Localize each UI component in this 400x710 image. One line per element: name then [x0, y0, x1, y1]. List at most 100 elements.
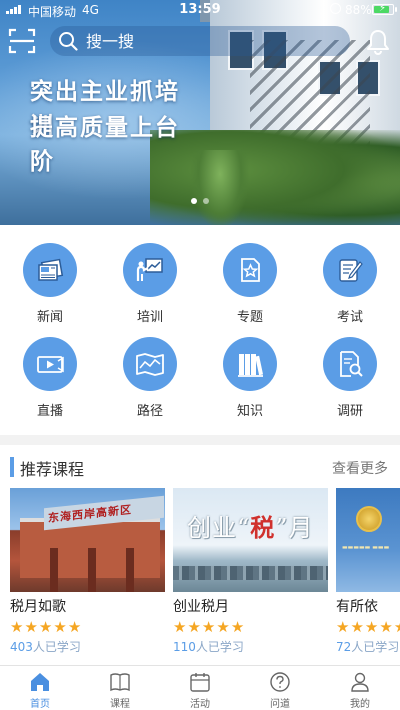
learner-count: 110人已学习 [173, 638, 328, 655]
star-icon: ★ [38, 618, 53, 636]
rotation-lock-icon [330, 3, 341, 14]
presentation-icon [136, 258, 163, 281]
category-label: 专题 [236, 310, 263, 325]
rating-stars: ★★★★★ [173, 619, 328, 635]
category-icon-circle [23, 337, 77, 391]
bell-icon [367, 30, 389, 55]
survey-search-icon [340, 351, 363, 377]
learner-suffix: 人已学习 [351, 640, 400, 654]
course-card[interactable]: 创业“税”月 创业税月 ★ ★ ★ ★ ★ 110人已学习 [173, 488, 328, 655]
category-news[interactable]: 新闻 [0, 243, 100, 325]
category-label: 直播 [36, 404, 63, 419]
learner-number: 403 [10, 640, 33, 654]
course-title: 有所依 [336, 599, 378, 615]
category-training[interactable]: 培训 [100, 243, 200, 325]
star-icon: ★ [216, 618, 230, 636]
battery-percent: 88% [345, 3, 372, 17]
rating-stars: ★★★★★ [10, 619, 165, 635]
thumb-pillar [126, 548, 134, 592]
star-icon: ★ [350, 618, 364, 636]
rating-stars: ★★★★★ [336, 619, 400, 635]
notification-button[interactable] [364, 28, 392, 56]
tab-home[interactable]: 首页 [0, 671, 80, 710]
books-icon [238, 354, 264, 377]
highlight-char: 税 [250, 513, 276, 542]
bottom-tab-bar: 首页 课程 活动 问道 我的 [0, 665, 400, 710]
search-icon [59, 32, 78, 51]
star-icon: ★ [201, 618, 216, 636]
thumb-calligraphy: 创业“税”月 [187, 513, 314, 542]
map-icon [136, 353, 164, 376]
category-label: 新闻 [36, 310, 63, 325]
star-icon: ★ [394, 619, 400, 635]
tab-courses[interactable]: 课程 [80, 671, 160, 710]
user-icon [351, 672, 369, 692]
course-title: 创业税月 [173, 599, 229, 615]
tab-activities[interactable]: 活动 [160, 671, 240, 710]
category-icon-circle [223, 243, 277, 297]
course-thumbnail: ▬▬▬▬▬ ▬▬▬ [336, 488, 400, 592]
course-card[interactable]: ▬▬▬▬▬ ▬▬▬ 有所依 ★★★★★ 72人已学习 [336, 488, 400, 655]
category-live[interactable]: 直播 [0, 337, 100, 419]
thumb-text: ▬▬▬▬▬ ▬▬▬ [342, 544, 390, 551]
learner-number: 72 [336, 640, 352, 654]
tab-label: 首页 [30, 699, 50, 710]
star-icon: ★ [230, 618, 245, 636]
calendar-icon [190, 673, 210, 692]
tab-profile[interactable]: 我的 [320, 671, 400, 710]
thumb-pillar [88, 548, 96, 592]
battery-icon: ⚡ [372, 3, 397, 15]
course-card[interactable]: 东海西岸高新区 税月如歌 ★ ★ ★ ★ ★ 403人已学习 [10, 488, 165, 655]
category-icon-circle [323, 243, 377, 297]
category-icon-circle [123, 243, 177, 297]
video-camera-icon [37, 356, 64, 373]
category-survey[interactable]: 调研 [300, 337, 400, 419]
star-icon: ★ [173, 618, 187, 636]
scan-icon [8, 28, 36, 54]
carousel-indicator [0, 198, 400, 204]
book-icon [110, 673, 130, 692]
view-more-link[interactable]: 查看更多 [332, 458, 388, 478]
star-icon: ★ [10, 618, 24, 636]
category-icon-circle [123, 337, 177, 391]
category-topics[interactable]: 专题 [200, 243, 300, 325]
charging-bolt-icon: ⚡ [379, 3, 387, 14]
tab-questions[interactable]: 问道 [240, 671, 320, 710]
category-icon-circle [323, 337, 377, 391]
course-title: 税月如歌 [10, 599, 66, 615]
category-grid: 新闻 培训 专题 考试 直播 路径 知识 调研 [0, 225, 400, 435]
learner-number: 110 [173, 640, 196, 654]
tab-label: 课程 [110, 699, 130, 710]
star-icon: ★ [53, 618, 67, 636]
category-icon-circle [23, 243, 77, 297]
learner-count: 403人已学习 [10, 638, 165, 655]
category-label: 知识 [236, 404, 263, 419]
category-label: 培训 [136, 310, 163, 325]
star-icon: ★ [364, 618, 379, 636]
search-input[interactable] [86, 31, 306, 51]
scan-button[interactable] [8, 28, 36, 54]
star-icon: ★ [336, 618, 350, 636]
section-header: 推荐课程 查看更多 [0, 455, 400, 479]
course-thumbnail: 东海西岸高新区 [10, 488, 165, 592]
category-label: 考试 [336, 310, 363, 325]
status-bar: 中国移动 4G 13:59 88% ⚡ [0, 0, 400, 20]
category-knowledge[interactable]: 知识 [200, 337, 300, 419]
category-path[interactable]: 路径 [100, 337, 200, 419]
emblem-icon [356, 506, 382, 532]
course-thumbnail: 创业“税”月 [173, 488, 328, 592]
learner-suffix: 人已学习 [195, 640, 244, 654]
carousel-dot [203, 198, 209, 204]
star-icon: ★ [379, 618, 393, 636]
category-exam[interactable]: 考试 [300, 243, 400, 325]
exam-pen-icon [339, 259, 363, 282]
thumb-skyline [173, 566, 328, 580]
star-icon: ★ [187, 618, 201, 636]
tab-label: 我的 [350, 699, 370, 710]
tab-label: 问道 [270, 699, 290, 710]
section-title: 推荐课程 [20, 460, 85, 479]
banner-slogan-line2: 提高质量上台阶 [30, 114, 180, 175]
carousel-dot-active [191, 198, 197, 204]
newspaper-icon [38, 258, 64, 281]
search-bar[interactable] [50, 26, 350, 56]
